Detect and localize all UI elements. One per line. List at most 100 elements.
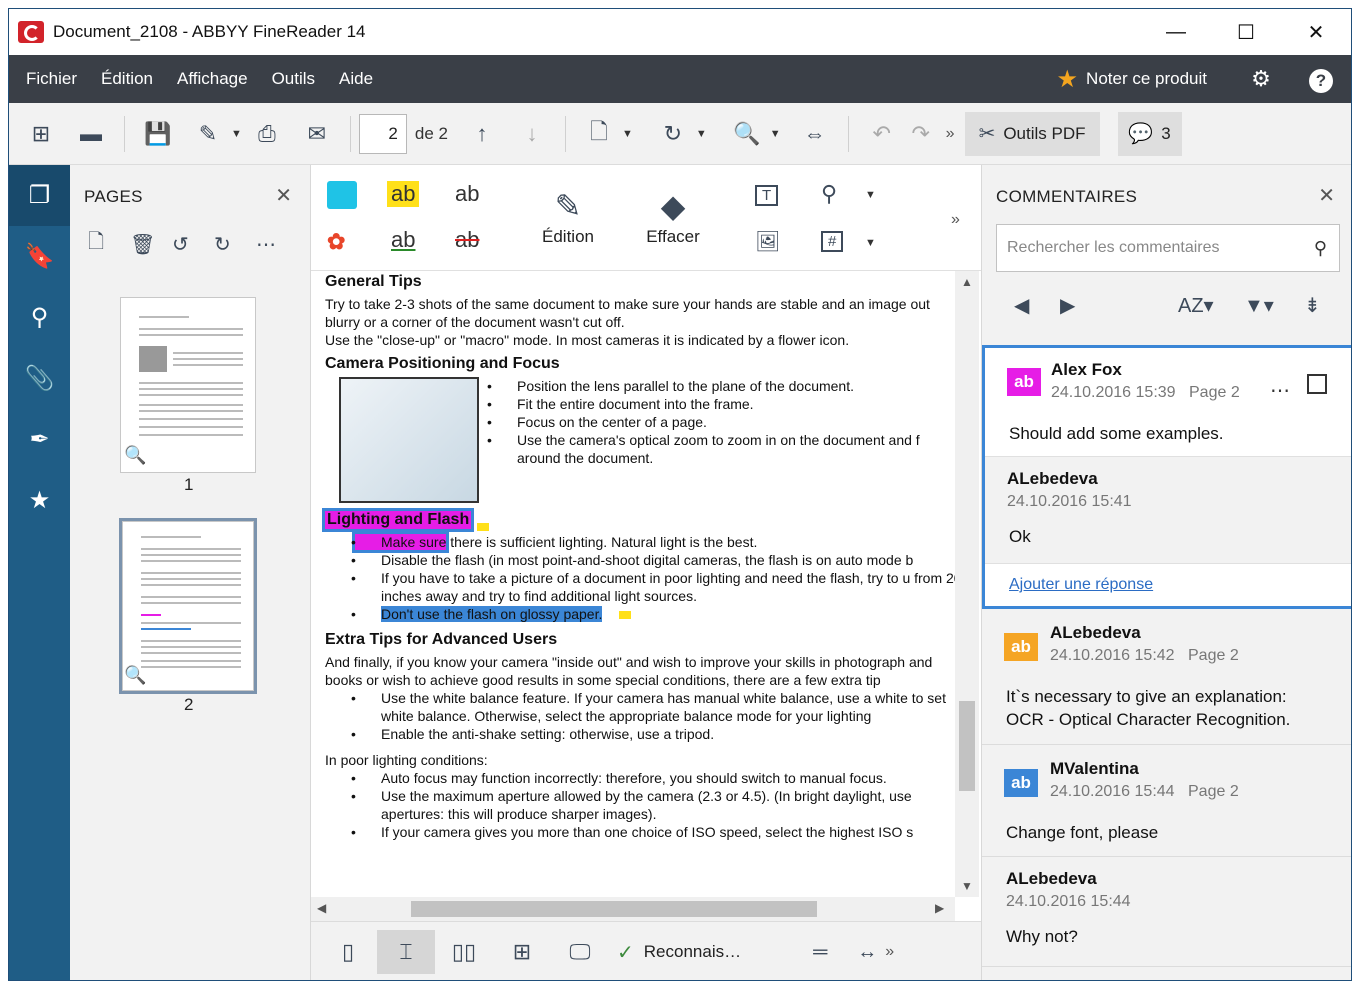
undo-icon[interactable]: ↶ (862, 114, 902, 154)
bates-numbering-icon[interactable]: # (821, 231, 844, 252)
favorites-star-icon[interactable]: ★ (9, 470, 70, 531)
thumbnail-view-icon[interactable]: ⊞ (493, 939, 551, 965)
scroll-view-icon[interactable]: ⌶ (377, 930, 435, 974)
rotate-dropdown-icon[interactable]: ▼ (696, 128, 707, 140)
add-page-icon[interactable]: 🗋 (579, 114, 619, 154)
close-comments-panel-icon[interactable]: ✕ (1318, 183, 1335, 208)
vertical-scrollbar[interactable]: ▲ ▼ (955, 271, 979, 897)
comments-search-input[interactable]: Rechercher les commentaires ⚲ (996, 224, 1340, 272)
horizontal-scroll-thumb[interactable] (411, 901, 817, 917)
two-page-view-icon[interactable]: ▯▯ (435, 939, 493, 965)
scroll-down-icon[interactable]: ▼ (961, 879, 973, 893)
search-document-icon[interactable]: 🔍 (727, 114, 767, 154)
open-folder-icon[interactable]: ▬ (71, 114, 111, 154)
recognize-check-icon[interactable]: ✓ (617, 940, 634, 965)
menu-aide[interactable]: Aide (327, 69, 385, 89)
star-icon: ★ (1056, 65, 1079, 93)
close-button[interactable]: ✕ (1281, 9, 1351, 55)
rotate-icon[interactable]: ↻ (653, 114, 693, 154)
stamp-dropdown-icon[interactable]: ▼ (865, 189, 876, 201)
horizontal-scrollbar[interactable]: ◀ ▶ (311, 897, 955, 921)
menu-affichage[interactable]: Affichage (165, 69, 260, 89)
save-as-dropdown-icon[interactable]: ▼ (231, 128, 242, 140)
pdf-tools-button[interactable]: ✂ Outils PDF (964, 111, 1100, 156)
page-number-input[interactable]: 2 (358, 113, 407, 154)
menu-outils[interactable]: Outils (260, 69, 327, 89)
filter-icon[interactable]: ▼▾ (1244, 293, 1274, 318)
rotate-left-icon[interactable]: ↺ (172, 232, 214, 257)
add-note-icon[interactable] (327, 181, 357, 209)
text-replace-icon[interactable]: ab (455, 181, 479, 207)
add-page-dropdown-icon[interactable]: ▼ (622, 128, 633, 140)
fit-width-icon[interactable]: ↔ (857, 941, 877, 964)
next-comment-icon[interactable]: ▶ (1060, 293, 1075, 318)
highlight-text-icon[interactable]: ab (387, 181, 420, 207)
strikethrough-text-icon[interactable]: ab (455, 227, 479, 253)
vertical-scroll-thumb[interactable] (959, 701, 975, 791)
menu-edition[interactable]: Édition (89, 69, 165, 89)
edit-text-button[interactable]: ✎ Édition (533, 187, 603, 247)
stamp-icon[interactable]: ⚲ (821, 181, 837, 207)
toolbar-separator (349, 115, 351, 152)
rotate-right-icon[interactable]: ↻ (214, 232, 256, 257)
maximize-button[interactable]: ☐ (1211, 9, 1281, 55)
previous-page-arrow-icon[interactable]: ↑ (462, 114, 502, 154)
pages-view-icon[interactable]: ❐ (9, 165, 70, 226)
comment-reply[interactable]: ALebedeva 24.10.2016 15:44 Why not? (982, 857, 1351, 967)
list-item: Auto focus may function incorrectly: the… (325, 769, 965, 787)
note-marker-icon[interactable] (477, 523, 489, 531)
single-page-view-icon[interactable]: ▯ (319, 939, 377, 965)
delete-page-trash-icon[interactable]: 🗑 (130, 232, 172, 257)
comment-more-icon[interactable]: ⋯ (1270, 378, 1291, 403)
toolbar-more-icon[interactable]: » (946, 125, 955, 143)
save-icon[interactable]: 💾 (138, 114, 178, 154)
email-icon[interactable]: ✉ (297, 114, 337, 154)
recognize-label[interactable]: Reconnais… (644, 942, 741, 962)
scroll-right-icon[interactable]: ▶ (935, 901, 944, 915)
list-item: Use the white balance feature. If your c… (325, 689, 965, 725)
help-button[interactable]: ? (1291, 66, 1351, 93)
text-box-icon[interactable]: T (755, 185, 779, 206)
signature-icon[interactable]: ✒ (9, 409, 70, 470)
menu-fichier[interactable]: Fichier (9, 69, 89, 89)
presentation-view-icon[interactable]: 🖵 (551, 939, 609, 965)
scroll-left-icon[interactable]: ◀ (317, 901, 326, 915)
add-reply-link[interactable]: Ajouter une réponse (1009, 576, 1153, 594)
scroll-up-icon[interactable]: ▲ (961, 275, 973, 289)
status-more-icon[interactable]: » (885, 943, 894, 961)
redo-icon[interactable]: ↷ (901, 114, 941, 154)
rate-product-button[interactable]: ★ Noter ce produit (1057, 65, 1207, 94)
note-marker-icon[interactable] (619, 611, 631, 619)
save-as-icon[interactable]: ✎ (188, 114, 228, 154)
more-options-icon[interactable]: ⋯ (256, 232, 298, 257)
image-icon[interactable]: 🖼 (755, 229, 780, 254)
resolve-checkbox[interactable] (1307, 374, 1327, 394)
underline-text-icon[interactable]: ab (391, 227, 415, 253)
numbering-dropdown-icon[interactable]: ▼ (865, 237, 876, 249)
close-pages-panel-icon[interactable]: ✕ (275, 183, 292, 208)
add-page-icon[interactable]: 🗋 (88, 227, 130, 261)
comment-thread[interactable]: ab MValentina 24.10.2016 15:44 Page 2 Ch… (982, 745, 1351, 857)
minimize-button[interactable]: — (1141, 9, 1211, 55)
compare-icon[interactable]: ⇔ (795, 114, 835, 154)
annotation-more-icon[interactable]: » (951, 211, 960, 229)
sort-az-icon[interactable]: AZ▾ (1178, 293, 1214, 318)
erase-button[interactable]: ◆ Effacer (637, 187, 709, 247)
collapse-all-icon[interactable]: ⇟ (1304, 293, 1321, 318)
previous-comment-icon[interactable]: ◀ (1014, 293, 1029, 318)
settings-gear-icon[interactable]: ⚙ (1231, 66, 1291, 92)
comment-thread[interactable]: ab ALebedeva 24.10.2016 15:42 Page 2 It`… (982, 609, 1351, 745)
document-view[interactable]: General Tips Try to take 2-3 shots of th… (311, 271, 981, 897)
new-task-icon[interactable]: ⊞ (21, 114, 61, 154)
attachment-paperclip-icon[interactable]: 📎 (9, 348, 70, 409)
stamp-shape-icon[interactable]: ✿ (327, 229, 345, 255)
fit-height-icon[interactable]: ═ (813, 941, 827, 964)
print-icon[interactable]: ⎙ (247, 114, 287, 154)
search-icon[interactable]: ⚲ (9, 287, 70, 348)
search-dropdown-icon[interactable]: ▼ (770, 128, 781, 140)
page-count-label: de 2 (414, 123, 448, 143)
comment-thread-selected[interactable]: ab Alex Fox 24.10.2016 15:39 Page 2 ⋯ Sh… (982, 345, 1351, 609)
next-page-arrow-icon[interactable]: ↓ (512, 114, 552, 154)
bookmark-icon[interactable]: 🔖 (9, 226, 70, 287)
comments-toggle-button[interactable]: 💬 3 (1117, 111, 1182, 156)
